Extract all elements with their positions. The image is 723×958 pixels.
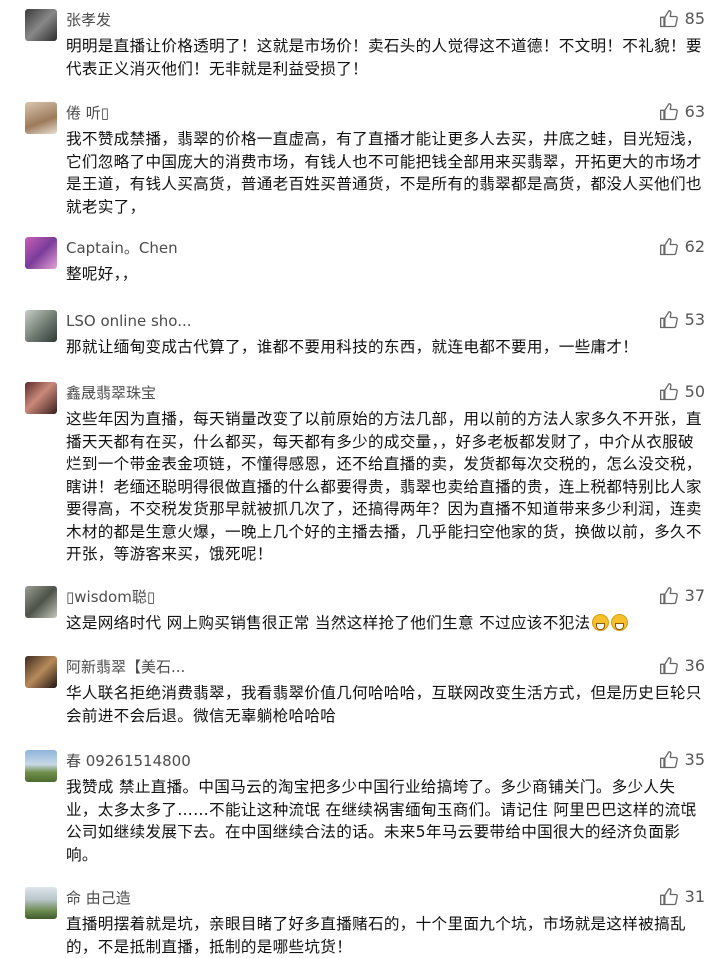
like-count: 62 [684, 237, 705, 256]
commenter-name[interactable]: LSO online sho... [66, 312, 192, 330]
comment-text: 这是网络时代 网上购买销售很正常 当然这样抢了他们生意 不过应该不犯法 [66, 612, 706, 635]
thumbs-up-icon [659, 103, 678, 121]
commenter-name[interactable]: ▯wisdom聪▯ [66, 588, 155, 606]
commenter-name[interactable]: Captain。Chen [66, 239, 178, 257]
like-count: 85 [684, 9, 705, 28]
like-button[interactable]: 35 [659, 750, 705, 770]
like-button[interactable]: 37 [659, 586, 705, 606]
grinning-face-emoji-icon [611, 614, 629, 631]
commenter-name[interactable]: 命 由己造 [66, 889, 131, 907]
like-button[interactable]: 53 [659, 310, 705, 330]
like-button[interactable]: 31 [659, 887, 705, 907]
commenter-name[interactable]: 春 09261514800 [66, 752, 191, 770]
like-button[interactable]: 36 [659, 656, 705, 676]
comment-text: 我赞成 禁止直播。中国马云的淘宝把多少中国行业给搞垮了。多少商铺关门。多少人失业… [66, 778, 697, 864]
commenter-name[interactable]: 阿新翡翠【美石... [66, 658, 185, 676]
comment-text: 明明是直播让价格透明了！这就是市场价！卖石头的人觉得这不道德！不文明！不礼貌！要… [66, 37, 702, 78]
thumbs-up-icon [659, 311, 678, 329]
avatar[interactable] [25, 382, 57, 414]
avatar[interactable] [25, 237, 57, 269]
like-button[interactable]: 85 [659, 9, 705, 29]
commenter-name[interactable]: 鑫晟翡翠珠宝 [66, 384, 156, 402]
thumbs-up-icon [659, 587, 678, 605]
comment-text: 这些年因为直播，每天销量改变了以前原始的方法几部，用以前的方法人家多久不开张，直… [66, 410, 702, 563]
like-count: 63 [684, 102, 705, 121]
like-count: 53 [684, 310, 705, 329]
comment-text: 直播明摆着就是坑，亲眼目睹了好多直播赌石的，十个里面九个坑，市场就是这样被搞乱的… [66, 915, 686, 956]
like-count: 35 [684, 750, 705, 769]
avatar[interactable] [25, 102, 57, 134]
avatar[interactable] [25, 586, 57, 618]
avatar[interactable] [25, 310, 57, 342]
comment-text: 整呢好，， [66, 265, 138, 283]
commenter-name[interactable]: 张孝发 [66, 11, 111, 29]
like-button[interactable]: 63 [659, 102, 705, 122]
comment-text: 那就让缅甸变成古代算了，谁都不要用科技的东西，就连电都不要用，一些庸才！ [66, 338, 639, 356]
avatar[interactable] [25, 750, 57, 782]
comment-text-body: 这是网络时代 网上购买销售很正常 当然这样抢了他们生意 不过应该不犯法 [66, 614, 591, 632]
thumbs-up-icon [659, 657, 678, 675]
thumbs-up-icon [659, 888, 678, 906]
like-button[interactable]: 50 [659, 382, 705, 402]
avatar[interactable] [25, 9, 57, 41]
like-button[interactable]: 62 [659, 237, 705, 257]
avatar[interactable] [25, 656, 57, 688]
like-count: 37 [684, 586, 705, 605]
like-count: 50 [684, 382, 705, 401]
comment-text: 我不赞成禁播，翡翠的价格一直虚高，有了直播才能让更多人去买，井底之蛙，目光短浅，… [66, 130, 702, 216]
avatar[interactable] [25, 887, 57, 919]
like-count: 31 [684, 887, 705, 906]
commenter-name[interactable]: 倦 听▯ [66, 104, 109, 122]
grinning-face-emoji-icon [592, 614, 610, 631]
like-count: 36 [684, 656, 705, 675]
thumbs-up-icon [659, 751, 678, 769]
comment-text: 华人联名拒绝消费翡翠，我看翡翠价值几何哈哈哈，互联网改变生活方式，但是历史巨轮只… [66, 684, 702, 725]
thumbs-up-icon [659, 10, 678, 28]
thumbs-up-icon [659, 238, 678, 256]
thumbs-up-icon [659, 383, 678, 401]
